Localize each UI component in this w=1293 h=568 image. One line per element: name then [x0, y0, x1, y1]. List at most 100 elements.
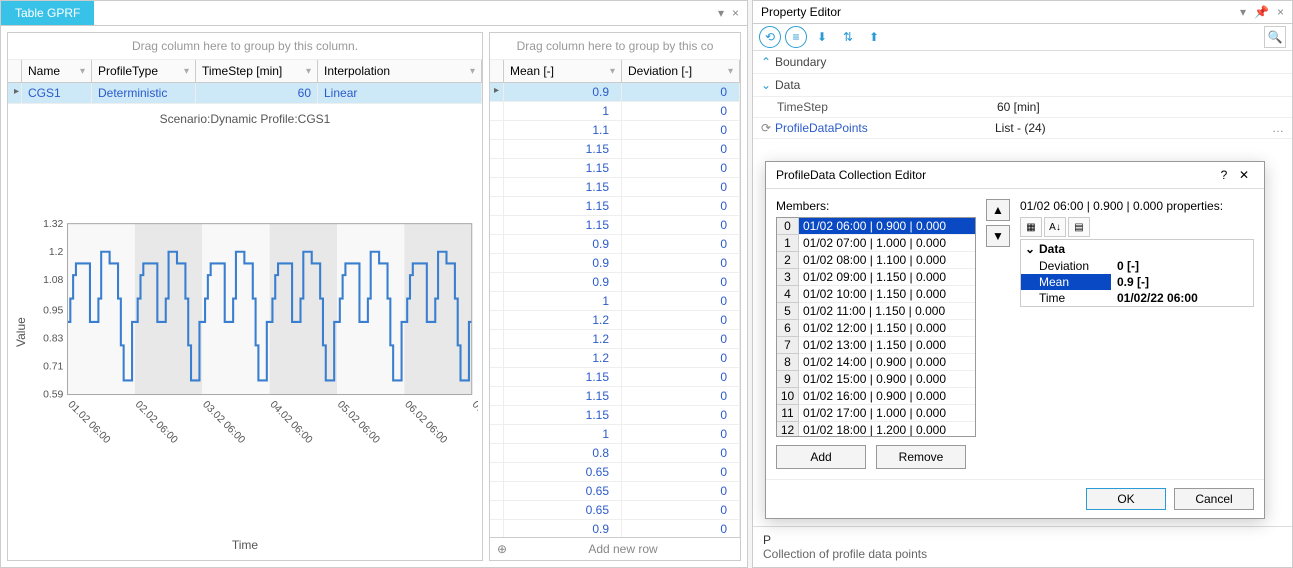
col-deviation[interactable]: Deviation [-]▾ — [622, 60, 740, 82]
cell-deviation[interactable]: 0 — [622, 501, 740, 520]
group-hint[interactable]: Drag column here to group by this column… — [8, 33, 482, 60]
dropdown-icon[interactable]: ▾ — [1240, 5, 1246, 19]
import-icon[interactable]: ⬇ — [811, 26, 833, 48]
close-icon[interactable]: ✕ — [1234, 168, 1254, 182]
cell-interpolation[interactable]: Linear — [318, 83, 482, 104]
list-item[interactable]: 601/02 12:00 | 1.150 | 0.000 — [777, 320, 975, 337]
table-row[interactable]: 0.90 — [490, 254, 740, 273]
cell-mean[interactable]: 1 — [504, 102, 622, 121]
cell-deviation[interactable]: 0 — [622, 444, 740, 463]
cell-deviation[interactable]: 0 — [622, 292, 740, 311]
filter-icon[interactable]: ▾ — [470, 66, 475, 77]
table-row[interactable]: 1.150 — [490, 178, 740, 197]
table-row[interactable]: 1.150 — [490, 406, 740, 425]
table-row[interactable]: 0.90 — [490, 235, 740, 254]
cell-mean[interactable]: 1.2 — [504, 311, 622, 330]
sort-az-icon[interactable]: A↓ — [1044, 217, 1066, 237]
list-item[interactable]: 001/02 06:00 | 0.900 | 0.000 — [777, 218, 975, 235]
pages-icon[interactable]: ▤ — [1068, 217, 1090, 237]
list-item[interactable]: 701/02 13:00 | 1.150 | 0.000 — [777, 337, 975, 354]
cell-mean[interactable]: 0.9 — [504, 254, 622, 273]
cell-mean[interactable]: 1.15 — [504, 406, 622, 425]
table-row[interactable]: 0.650 — [490, 463, 740, 482]
cell-mean[interactable]: 0.9 — [504, 520, 622, 537]
list-item[interactable]: 101/02 07:00 | 1.000 | 0.000 — [777, 235, 975, 252]
prop-deviation[interactable]: Deviation0 [-] — [1021, 258, 1253, 274]
prop-timestep[interactable]: TimeStep 60 [min] — [753, 97, 1292, 118]
cell-mean[interactable]: 1.2 — [504, 330, 622, 349]
list-item[interactable]: 1001/02 16:00 | 0.900 | 0.000 — [777, 388, 975, 405]
cell-deviation[interactable]: 0 — [622, 140, 740, 159]
ellipsis-icon[interactable]: … — [1272, 121, 1284, 135]
table-row[interactable]: 10 — [490, 102, 740, 121]
cell-deviation[interactable]: 0 — [622, 216, 740, 235]
list-item[interactable]: 501/02 11:00 | 1.150 | 0.000 — [777, 303, 975, 320]
cell-mean[interactable]: 1.15 — [504, 197, 622, 216]
category-data[interactable]: ⌄Data — [753, 74, 1292, 97]
dropdown-icon[interactable]: ▾ — [718, 6, 724, 20]
col-name[interactable]: Name▾ — [22, 60, 92, 82]
table-row[interactable]: ▸ CGS1 Deterministic 60 Linear — [8, 83, 482, 104]
cell-deviation[interactable]: 0 — [622, 368, 740, 387]
cell-deviation[interactable]: 0 — [622, 349, 740, 368]
add-row[interactable]: ⊕ Add new row — [490, 537, 740, 560]
cell-deviation[interactable]: 0 — [622, 102, 740, 121]
cell-name[interactable]: CGS1 — [22, 83, 92, 104]
table-row[interactable]: 0.650 — [490, 501, 740, 520]
group-hint[interactable]: Drag column here to group by this co — [490, 33, 740, 60]
tab-table-gprf[interactable]: Table GPRF — [1, 1, 94, 25]
cell-mean[interactable]: 1.2 — [504, 349, 622, 368]
chart-svg[interactable]: 0.590.710.830.951.081.21.3201.02 06:0002… — [30, 130, 478, 534]
prop-profiledatapoints[interactable]: ⟳ ProfileDataPoints List - (24) … — [753, 118, 1292, 139]
category-boundary[interactable]: ⌃Boundary — [753, 51, 1292, 74]
pin-icon[interactable]: 📌 — [1254, 5, 1269, 19]
members-list[interactable]: 001/02 06:00 | 0.900 | 0.000101/02 07:00… — [776, 217, 976, 437]
cell-mean[interactable]: 1.15 — [504, 216, 622, 235]
filter-icon[interactable]: ▾ — [728, 66, 733, 77]
col-mean[interactable]: Mean [-]▾ — [504, 60, 622, 82]
cell-deviation[interactable]: 0 — [622, 387, 740, 406]
cell-mean[interactable]: 1.15 — [504, 178, 622, 197]
cell-mean[interactable]: 1.15 — [504, 387, 622, 406]
cell-mean[interactable]: 1 — [504, 292, 622, 311]
close-icon[interactable]: × — [732, 6, 739, 20]
prop-value[interactable]: List - (24) — [995, 121, 1272, 135]
filter-icon[interactable]: ▾ — [80, 66, 85, 77]
cell-profiletype[interactable]: Deterministic — [92, 83, 196, 104]
list-item[interactable]: 1201/02 18:00 | 1.200 | 0.000 — [777, 422, 975, 437]
close-icon[interactable]: × — [1277, 5, 1284, 19]
table-row[interactable]: 10 — [490, 292, 740, 311]
cell-mean[interactable]: 0.9 — [504, 235, 622, 254]
cell-deviation[interactable]: 0 — [622, 273, 740, 292]
filter-icon[interactable]: ▾ — [184, 66, 189, 77]
cell-deviation[interactable]: 0 — [622, 463, 740, 482]
filter-icon[interactable]: ▾ — [610, 66, 615, 77]
list-item[interactable]: 201/02 08:00 | 1.100 | 0.000 — [777, 252, 975, 269]
cell-mean[interactable]: 1.1 — [504, 121, 622, 140]
table-row[interactable]: 0.90 — [490, 520, 740, 537]
alphabetical-icon[interactable]: ≡ — [785, 26, 807, 48]
export-icon[interactable]: ⬆ — [863, 26, 885, 48]
cell-mean[interactable]: 0.9 — [504, 273, 622, 292]
table-row[interactable]: 1.20 — [490, 330, 740, 349]
table-row[interactable]: 1.150 — [490, 216, 740, 235]
props-category-data[interactable]: ⌄Data — [1021, 240, 1253, 258]
table-row[interactable]: 0.90 — [490, 273, 740, 292]
cell-deviation[interactable]: 0 — [622, 482, 740, 501]
col-interpolation[interactable]: Interpolation▾ — [318, 60, 482, 82]
list-item[interactable]: 1101/02 17:00 | 1.000 | 0.000 — [777, 405, 975, 422]
cell-deviation[interactable]: 0 — [622, 425, 740, 444]
sort-icon[interactable]: ⇅ — [837, 26, 859, 48]
cell-deviation[interactable]: 0 — [622, 235, 740, 254]
cell-timestep[interactable]: 60 — [196, 83, 318, 104]
move-down-button[interactable]: ▼ — [986, 225, 1010, 247]
cell-deviation[interactable]: 0 — [622, 83, 740, 102]
table-row[interactable]: 1.150 — [490, 387, 740, 406]
refresh-icon[interactable]: ⟳ — [761, 121, 775, 135]
table-row[interactable]: 1.20 — [490, 349, 740, 368]
dialog-title-bar[interactable]: ProfileData Collection Editor ? ✕ — [766, 162, 1264, 189]
prop-mean[interactable]: Mean0.9 [-] — [1021, 274, 1253, 290]
prop-value[interactable]: 60 [min] — [997, 100, 1284, 114]
cell-mean[interactable]: 1.15 — [504, 140, 622, 159]
cell-mean[interactable]: 0.8 — [504, 444, 622, 463]
